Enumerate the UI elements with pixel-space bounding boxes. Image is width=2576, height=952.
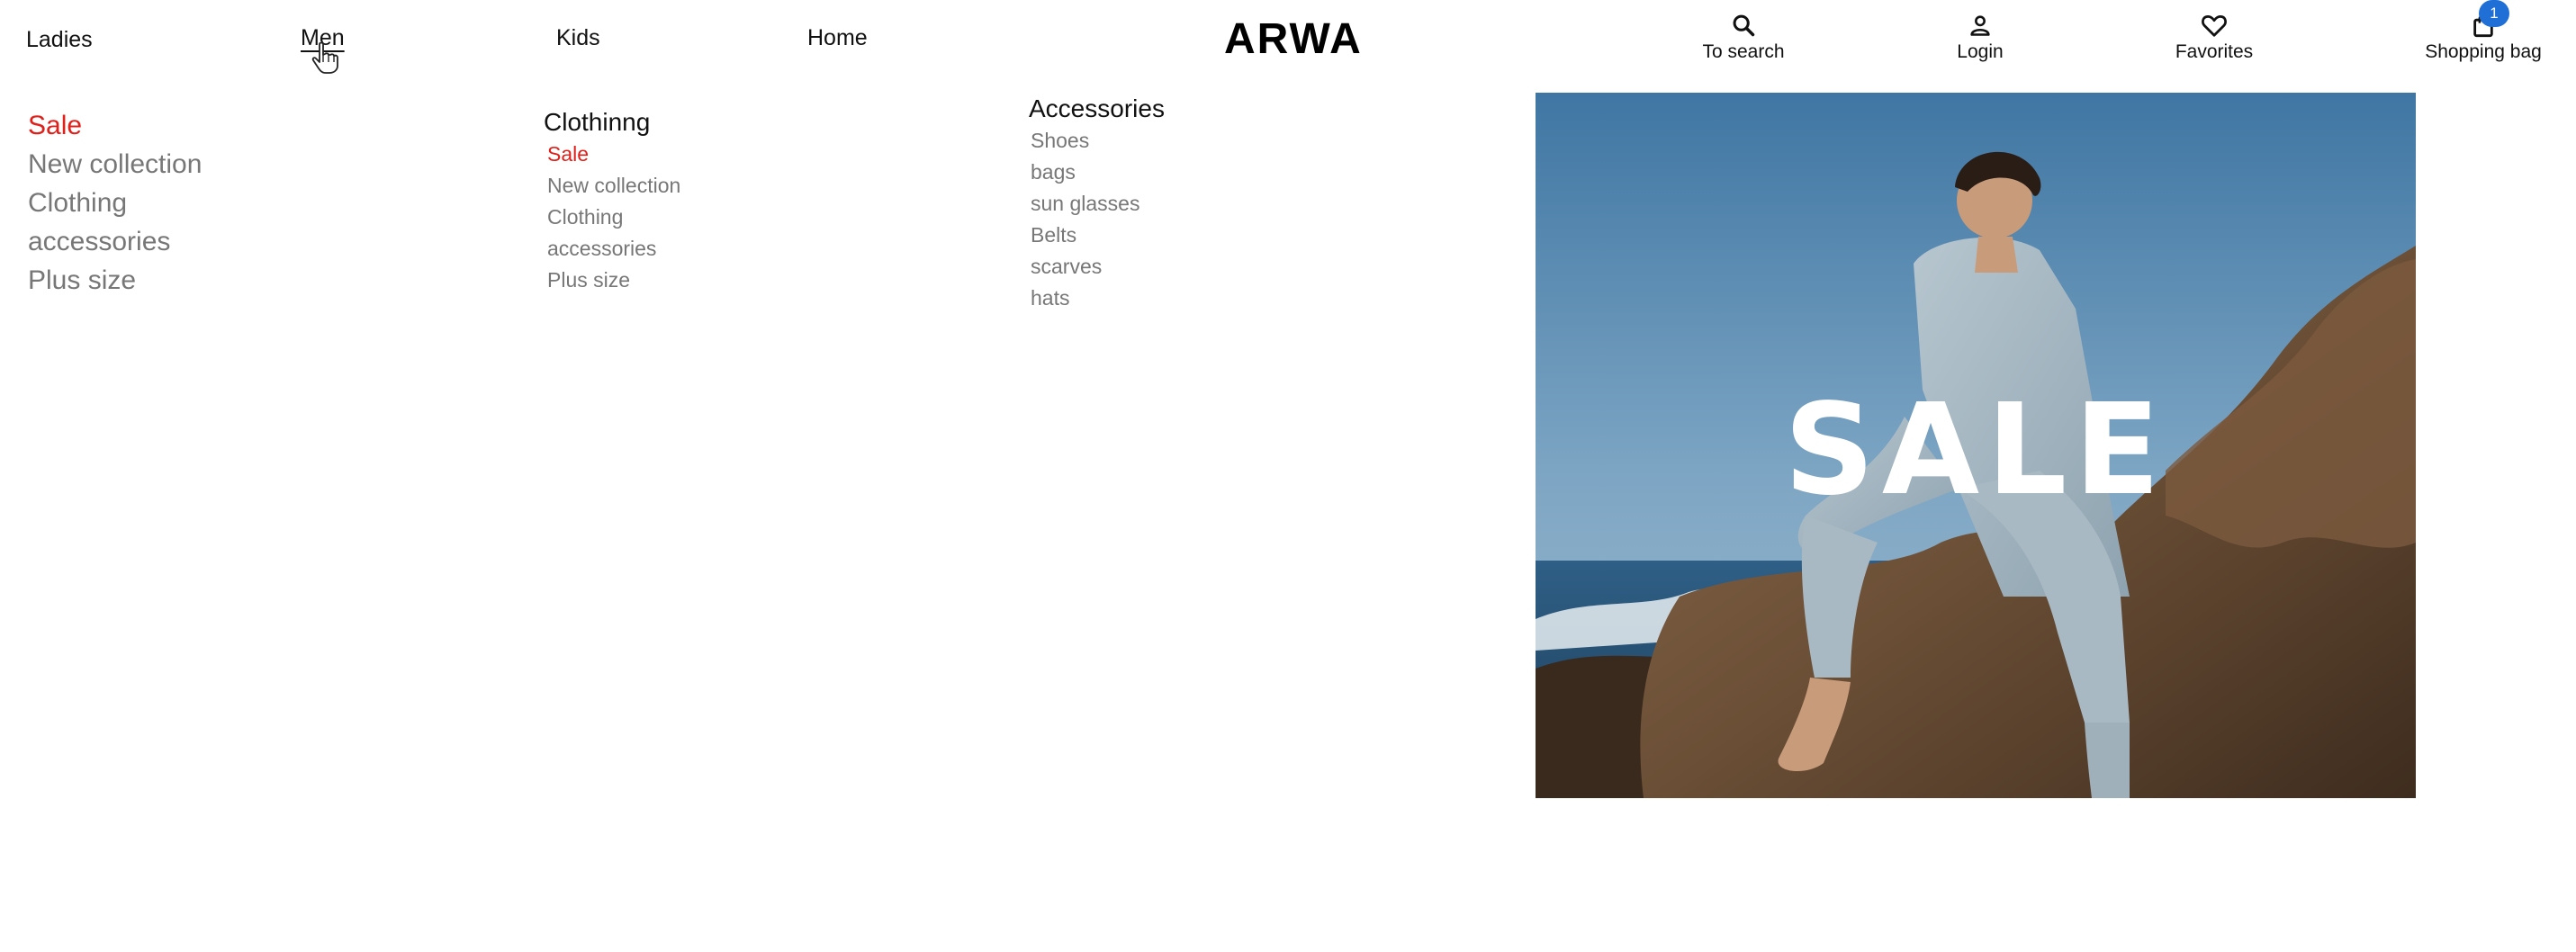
menu-column-main: Sale New collection Clothing accessories… (28, 106, 202, 300)
hand-cursor-icon (311, 42, 338, 74)
brand-logo[interactable]: ARWA (1224, 14, 1363, 64)
menu-link-plus-size[interactable]: Plus size (28, 261, 202, 300)
clothing-link-clothing[interactable]: Clothing (544, 202, 680, 233)
nav-ladies[interactable]: Ladies (26, 27, 93, 53)
accessories-link-hats[interactable]: hats (1029, 283, 1165, 314)
menu-link-new-collection[interactable]: New collection (28, 145, 202, 184)
user-icon (1970, 15, 1990, 36)
accessories-link-shoes[interactable]: Shoes (1029, 125, 1165, 157)
clothing-link-sale[interactable]: Sale (544, 139, 680, 170)
cart-count-badge: 1 (2479, 0, 2509, 27)
favorites-label: Favorites (2175, 41, 2254, 62)
accessories-heading[interactable]: Accessories (1029, 91, 1165, 127)
accessories-link-scarves[interactable]: scarves (1029, 251, 1165, 283)
menu-link-sale[interactable]: Sale (28, 106, 202, 145)
clothing-link-plus-size[interactable]: Plus size (544, 265, 680, 296)
login-button[interactable]: Login (1944, 13, 2016, 63)
menu-column-accessories: Accessories Shoes bags sun glasses Belts… (1029, 91, 1165, 314)
accessories-link-bags[interactable]: bags (1029, 157, 1165, 188)
sale-banner-text: SALE (1783, 377, 2168, 524)
heart-icon (2202, 14, 2227, 37)
search-button[interactable]: To search (1692, 13, 1795, 63)
clothing-heading[interactable]: Clothinng (544, 104, 680, 140)
shopping-bag-label: Shopping bag (2425, 41, 2542, 62)
menu-link-clothing[interactable]: Clothing (28, 184, 202, 222)
login-label: Login (1957, 41, 2004, 62)
accessories-link-belts[interactable]: Belts (1029, 220, 1165, 251)
clothing-link-accessories[interactable]: accessories (544, 233, 680, 265)
search-icon (1733, 14, 1755, 37)
sale-banner[interactable]: SALE (1536, 93, 2416, 798)
clothing-link-new-collection[interactable]: New collection (544, 170, 680, 202)
accessories-link-sun-glasses[interactable]: sun glasses (1029, 188, 1165, 220)
nav-home[interactable]: Home (807, 25, 868, 51)
nav-kids[interactable]: Kids (556, 25, 600, 51)
favorites-button[interactable]: Favorites (2169, 13, 2259, 63)
menu-link-accessories[interactable]: accessories (28, 222, 202, 261)
menu-column-clothing: Clothinng Sale New collection Clothing a… (544, 104, 680, 296)
search-label: To search (1702, 41, 1785, 62)
